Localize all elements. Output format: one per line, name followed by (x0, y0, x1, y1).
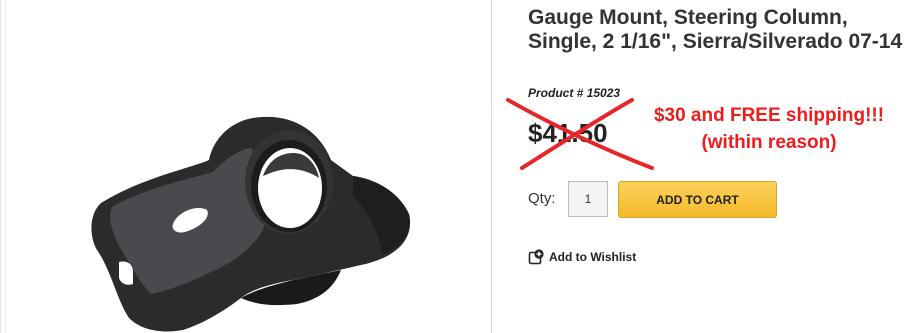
add-to-cart-button[interactable]: ADD TO CART (618, 181, 777, 218)
product-page: Gauge Mount, Steering Column, Single, 2 … (0, 0, 909, 333)
qty-input[interactable] (568, 181, 608, 217)
promo-line-2: (within reason) (701, 132, 837, 153)
promo-line-1: $30 and FREE shipping!!! (653, 105, 885, 126)
product-title: Gauge Mount, Steering Column, Single, 2 … (528, 6, 903, 53)
wishlist-label: Add to Wishlist (549, 250, 637, 264)
product-image-panel (0, 0, 492, 333)
product-image[interactable] (1, 0, 493, 333)
add-to-wishlist-link[interactable]: Add to Wishlist (528, 249, 636, 265)
promo-text: $30 and FREE shipping!!! (within reason) (634, 102, 904, 156)
qty-label: Qty: (528, 190, 556, 207)
wishlist-add-icon (528, 249, 544, 265)
